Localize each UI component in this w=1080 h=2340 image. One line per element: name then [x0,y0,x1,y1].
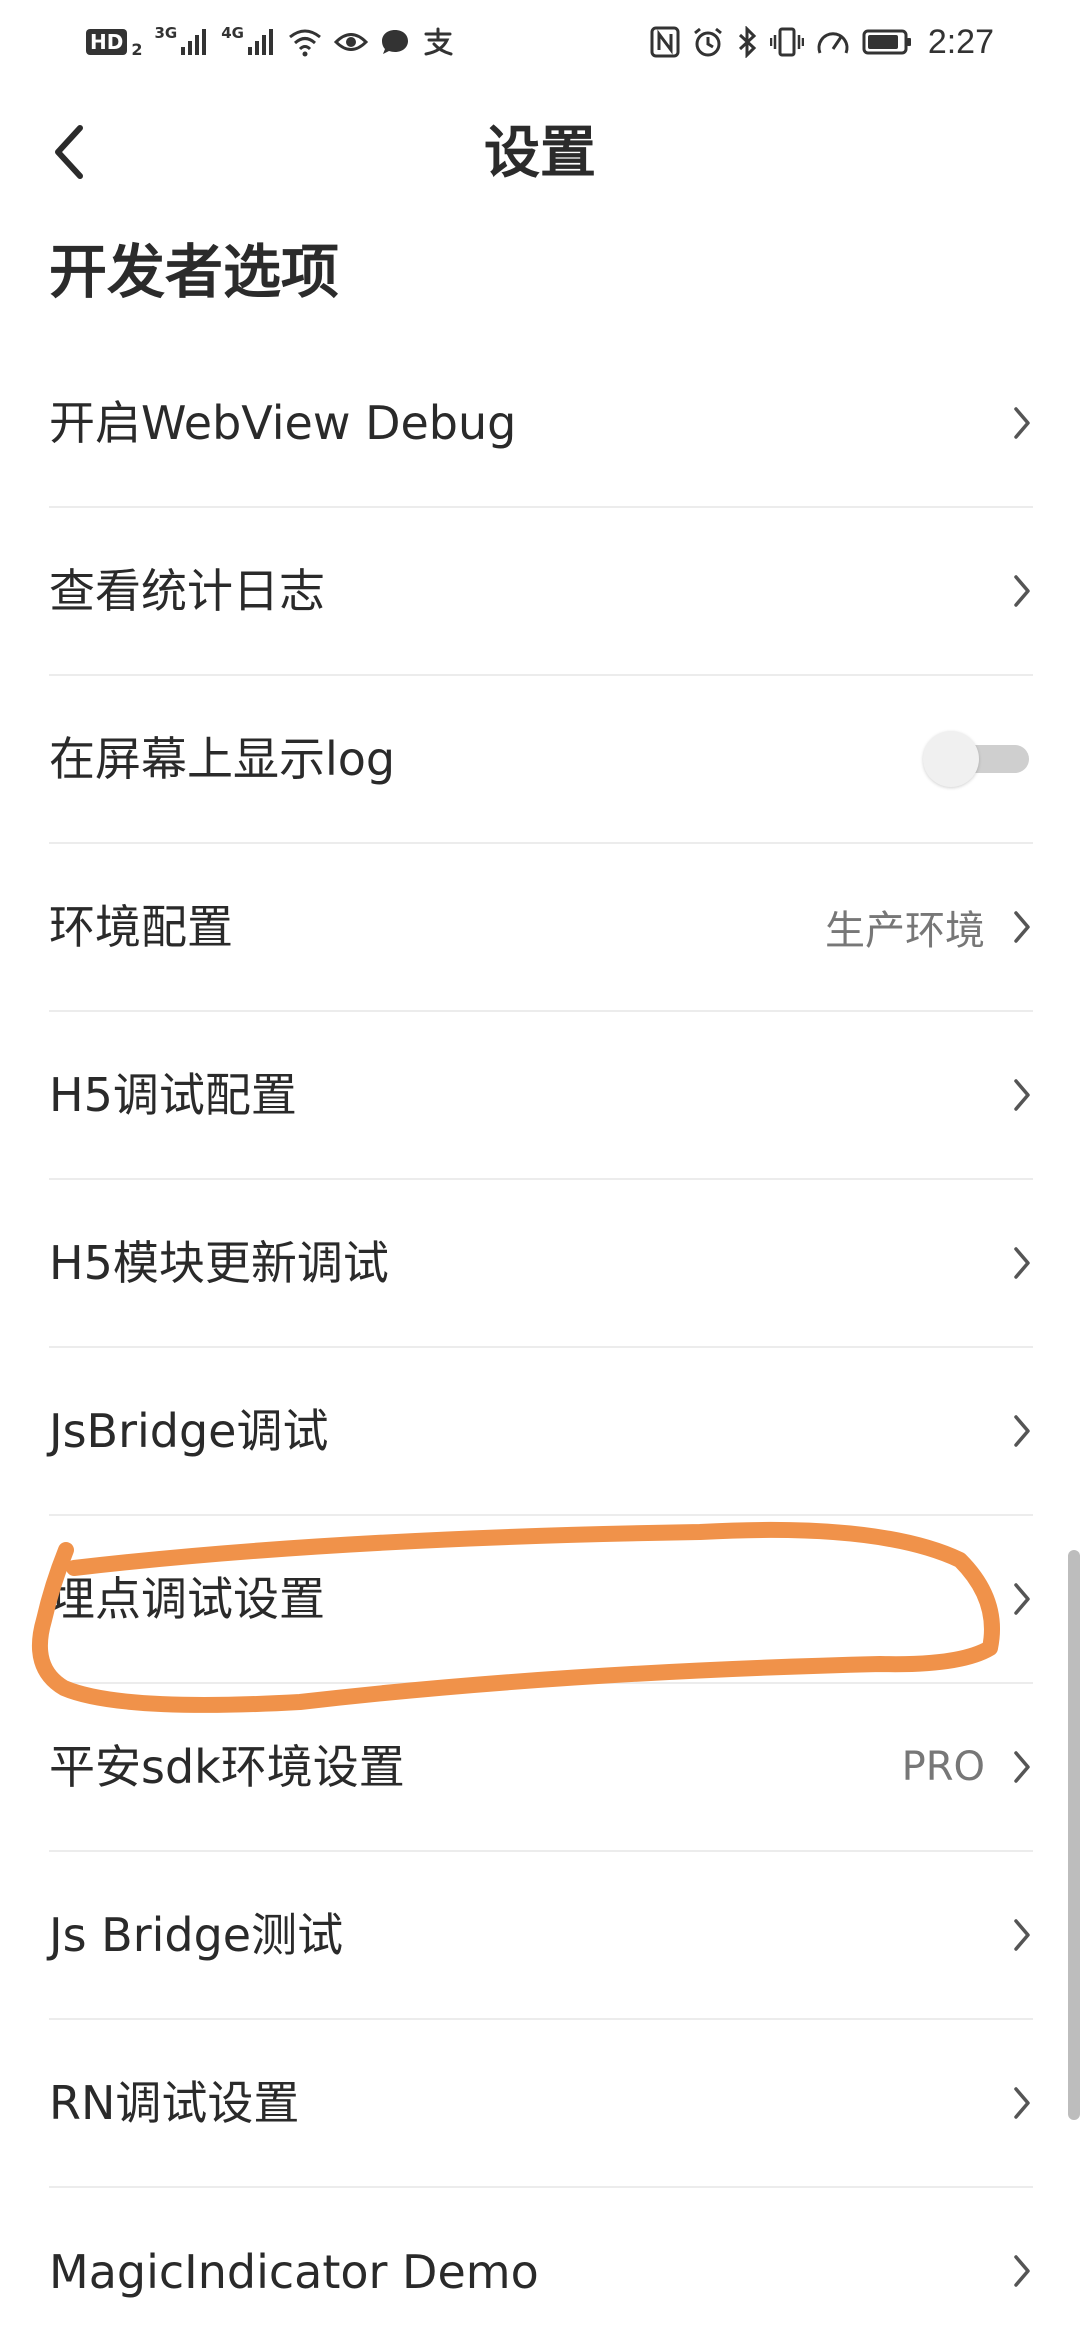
settings-row-trailing: PRO [902,1684,1033,1850]
settings-row-label: MagicIndicator Demo [49,2245,539,2299]
settings-row-value: 生产环境 [825,908,985,954]
settings-row[interactable]: 在屏幕上显示log [49,676,1033,844]
net-3g-label: 3G [154,24,178,42]
settings-row-label: H5调试配置 [49,1068,297,1122]
settings-row-trailing [923,676,1033,842]
chevron-right-icon [1011,909,1033,945]
vibrate-icon [769,26,804,58]
settings-row-label: Js Bridge测试 [49,1908,344,1962]
settings-row-label: 查看统计日志 [49,564,325,618]
settings-row-trailing [1011,1852,1033,2018]
page-title: 设置 [484,121,596,186]
log-toggle-switch[interactable] [923,731,1033,787]
scrollbar[interactable] [1068,1550,1080,2120]
wifi-icon [288,27,322,57]
signal-icon [179,27,209,57]
settings-row[interactable]: 查看统计日志 [49,508,1033,676]
settings-row[interactable]: 平安sdk环境设置 PRO [49,1684,1033,1852]
settings-row-label: 在屏幕上显示log [49,732,396,786]
settings-row[interactable]: JsBridge调试 [49,1348,1033,1516]
settings-row-label: H5模块更新调试 [49,1236,389,1290]
settings-row[interactable]: H5调试配置 [49,1012,1033,1180]
settings-row[interactable]: H5模块更新调试 [49,1180,1033,1348]
settings-row-trailing [1011,340,1033,506]
settings-screen: HD 2 3G 4G 2:27 设置 开发者选项 开启WebView Debug… [0,0,1080,2340]
settings-row[interactable]: RN调试设置 [49,2020,1033,2188]
settings-row-label: 环境配置 [49,900,233,954]
nfc-icon [650,26,680,58]
settings-row-trailing [1011,1516,1033,1682]
bluetooth-icon [736,26,758,58]
battery-icon [862,28,912,56]
nav-bar: 设置 [0,96,1080,212]
signal-icon [246,27,276,57]
settings-row-trailing [1011,2020,1033,2186]
settings-row-label: RN调试设置 [49,2076,300,2130]
chevron-right-icon [1011,573,1033,609]
chevron-right-icon [1011,2253,1033,2289]
alarm-icon [692,26,724,58]
message-icon [380,27,410,57]
net-4g-label: 4G [221,24,244,42]
settings-row-trailing [1011,508,1033,674]
chevron-right-icon [1011,1245,1033,1281]
chevron-right-icon [1011,2085,1033,2121]
section-title: 开发者选项 [49,238,340,306]
chevron-right-icon [1011,1581,1033,1617]
chevron-right-icon [1011,1749,1033,1785]
hd-badge: HD [86,29,128,55]
status-bar-right: 2:27 [650,18,994,66]
settings-row[interactable]: Js Bridge测试 [49,1852,1033,2020]
sim-index: 2 [131,39,143,59]
settings-row-trailing: 生产环境 [825,844,1033,1010]
status-time: 2:27 [927,22,994,61]
settings-row-value: PRO [901,1744,985,1790]
settings-row[interactable]: 开启WebView Debug [49,340,1033,508]
chevron-right-icon [1011,1413,1033,1449]
eye-icon [333,29,368,55]
chevron-right-icon [1011,1917,1033,1953]
status-bar-left: HD 2 3G 4G [86,18,454,66]
settings-row[interactable]: MagicIndicator Demo [49,2188,1033,2340]
settings-row[interactable]: 埋点调试设置 [49,1516,1033,1684]
settings-row-label: 开启WebView Debug [49,396,517,450]
settings-row-trailing [1011,1012,1033,1178]
status-bar: HD 2 3G 4G 2:27 [0,0,1080,84]
settings-list: 开启WebView Debug 查看统计日志在屏幕上显示log 环境配置 生产环境 H5… [49,340,1033,2340]
speed-icon [816,27,850,57]
settings-row-label: JsBridge调试 [49,1404,329,1458]
settings-row-label: 埋点调试设置 [49,1572,325,1626]
chevron-right-icon [1011,1077,1033,1113]
settings-row-label: 平安sdk环境设置 [49,1740,405,1794]
settings-row-trailing [1011,1348,1033,1514]
alipay-icon [422,27,454,57]
toggle-knob [923,731,979,787]
chevron-right-icon [1011,405,1033,441]
settings-row[interactable]: 环境配置 生产环境 [49,844,1033,1012]
settings-row-trailing [1011,2188,1033,2340]
settings-row-trailing [1011,1180,1033,1346]
